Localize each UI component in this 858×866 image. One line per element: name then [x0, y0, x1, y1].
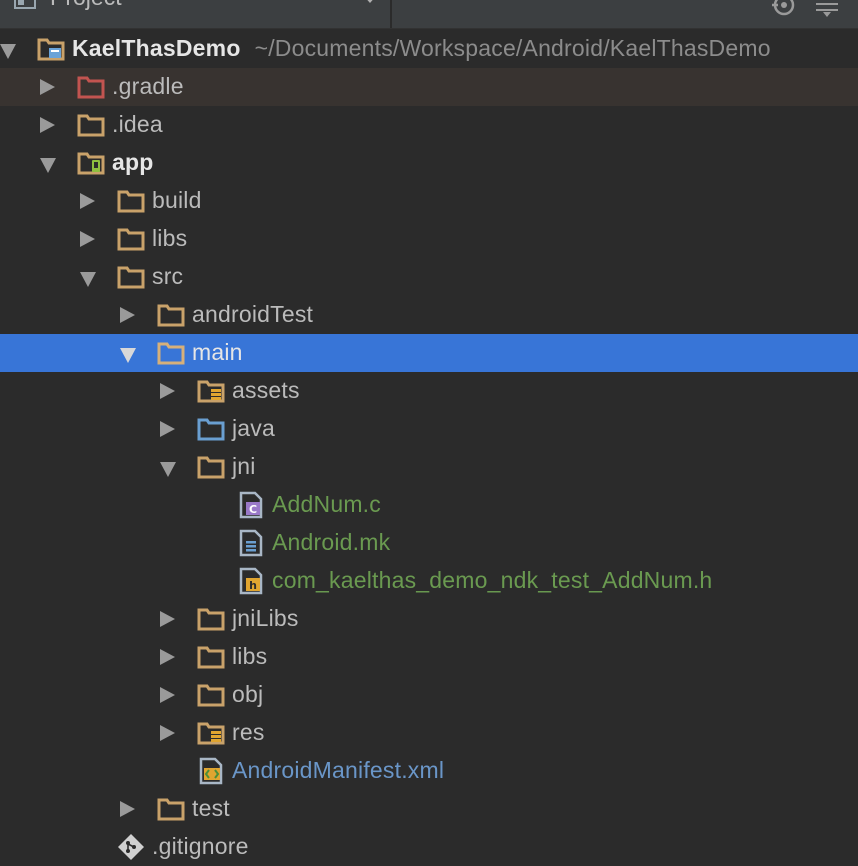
- xml-file-icon: [199, 757, 223, 785]
- tree-item-label: AndroidManifest.xml: [232, 757, 445, 783]
- file-badge: C: [249, 503, 257, 516]
- expand-arrow-icon[interactable]: [160, 687, 175, 703]
- tree-item-test[interactable]: test: [0, 790, 858, 828]
- module-folder-icon: [37, 38, 65, 61]
- tree-item-label: AddNum.c: [272, 491, 381, 517]
- tree-item-label: .idea: [112, 111, 163, 137]
- tree-item-build[interactable]: build: [0, 182, 858, 220]
- locate-target-icon[interactable]: [771, 0, 797, 18]
- tree-item-label: main: [192, 339, 243, 365]
- tree-item-label: jni: [232, 453, 256, 479]
- folder-icon: [197, 456, 225, 479]
- tree-item-obj[interactable]: obj: [0, 676, 858, 714]
- folder-icon: [157, 304, 185, 327]
- expand-arrow-icon[interactable]: [80, 231, 95, 247]
- tree-item-label: java: [232, 415, 275, 441]
- tree-item-manifest[interactable]: AndroidManifest.xml: [0, 752, 858, 790]
- project-view-icon: [14, 0, 36, 9]
- root-path: ~/Documents/Workspace/Android/KaelThasDe…: [254, 35, 771, 61]
- tree-item-label: src: [152, 263, 184, 289]
- root-name: KaelThasDemo: [72, 35, 241, 61]
- expand-arrow-icon[interactable]: [160, 649, 175, 665]
- tree-item-src[interactable]: src: [0, 258, 858, 296]
- project-view-selector[interactable]: Project: [0, 0, 390, 16]
- text-file-icon: [239, 529, 263, 557]
- tree-item-java[interactable]: java: [0, 410, 858, 448]
- h-file-icon: h: [239, 567, 263, 595]
- tree-item-res[interactable]: res: [0, 714, 858, 752]
- tree-item-root[interactable]: KaelThasDemo ~/Documents/Workspace/Androi…: [0, 30, 858, 68]
- tree-item-addnum-h[interactable]: h com_kaelthas_demo_ndk_test_AddNum.h: [0, 562, 858, 600]
- tree-item-label: .gradle: [112, 73, 184, 99]
- root-label: KaelThasDemo ~/Documents/Workspace/Androi…: [72, 35, 771, 62]
- expand-arrow-icon[interactable]: [40, 158, 56, 173]
- expand-arrow-icon[interactable]: [80, 272, 96, 287]
- tree-item-jni[interactable]: jni: [0, 448, 858, 486]
- source-folder-icon: [197, 418, 225, 441]
- chevron-down-icon[interactable]: [362, 0, 378, 4]
- tree-item-label: obj: [232, 681, 264, 707]
- tree-item-label: build: [152, 187, 202, 213]
- expand-arrow-icon[interactable]: [0, 44, 16, 59]
- tree-item-jnilibs[interactable]: jniLibs: [0, 600, 858, 638]
- tree-item-label: com_kaelthas_demo_ndk_test_AddNum.h: [272, 567, 713, 593]
- folder-icon: [197, 608, 225, 631]
- tree-item-addnum-c[interactable]: C AddNum.c: [0, 486, 858, 524]
- tree-item-main-libs[interactable]: libs: [0, 638, 858, 676]
- tree-item-android-mk[interactable]: Android.mk: [0, 524, 858, 562]
- excluded-folder-icon: [77, 76, 105, 99]
- tree-item-label: app: [112, 149, 154, 175]
- tree-item-libs[interactable]: libs: [0, 220, 858, 258]
- tree-item-label: res: [232, 719, 265, 745]
- collapse-settings-icon[interactable]: [814, 0, 840, 18]
- android-module-icon: [77, 152, 105, 175]
- tree-item-label: jniLibs: [232, 605, 299, 631]
- folder-icon: [117, 190, 145, 213]
- tree-item-label: androidTest: [192, 301, 314, 327]
- project-view-label: Project: [50, 0, 122, 11]
- tree-item-label: test: [192, 795, 230, 821]
- file-badge: h: [249, 579, 257, 592]
- expand-arrow-icon[interactable]: [160, 462, 176, 477]
- c-file-icon: C: [239, 491, 263, 519]
- tree-item-main[interactable]: main: [0, 334, 858, 372]
- folder-icon: [117, 266, 145, 289]
- tree-item-label: assets: [232, 377, 300, 403]
- tree-item-app[interactable]: app: [0, 144, 858, 182]
- expand-arrow-icon[interactable]: [80, 193, 95, 209]
- tree-item-label: Android.mk: [272, 529, 391, 555]
- expand-arrow-icon[interactable]: [120, 348, 136, 363]
- folder-icon: [117, 228, 145, 251]
- expand-arrow-icon[interactable]: [120, 801, 135, 817]
- git-file-icon: [118, 834, 144, 860]
- tree-item-gitignore[interactable]: .gitignore: [0, 828, 858, 866]
- folder-icon: [197, 684, 225, 707]
- expand-arrow-icon[interactable]: [160, 725, 175, 741]
- header-separator: [390, 0, 392, 28]
- expand-arrow-icon[interactable]: [120, 307, 135, 323]
- folder-icon: [157, 342, 185, 365]
- expand-arrow-icon[interactable]: [160, 383, 175, 399]
- folder-icon: [77, 114, 105, 137]
- expand-arrow-icon[interactable]: [160, 421, 175, 437]
- expand-arrow-icon[interactable]: [40, 79, 55, 95]
- tree-item-assets[interactable]: assets: [0, 372, 858, 410]
- tree-item-androidtest[interactable]: androidTest: [0, 296, 858, 334]
- folder-icon: [197, 646, 225, 669]
- resource-folder-icon: [197, 722, 225, 745]
- project-tool-window-header: Project: [0, 0, 858, 29]
- expand-arrow-icon[interactable]: [160, 611, 175, 627]
- tree-item-label: libs: [232, 643, 268, 669]
- folder-icon: [157, 798, 185, 821]
- resource-folder-icon: [197, 380, 225, 403]
- tree-item-label: libs: [152, 225, 188, 251]
- tree-item-idea[interactable]: .idea: [0, 106, 858, 144]
- tree-item-gradle[interactable]: .gradle: [0, 68, 858, 106]
- expand-arrow-icon[interactable]: [40, 117, 55, 133]
- tree-item-label: .gitignore: [152, 833, 249, 859]
